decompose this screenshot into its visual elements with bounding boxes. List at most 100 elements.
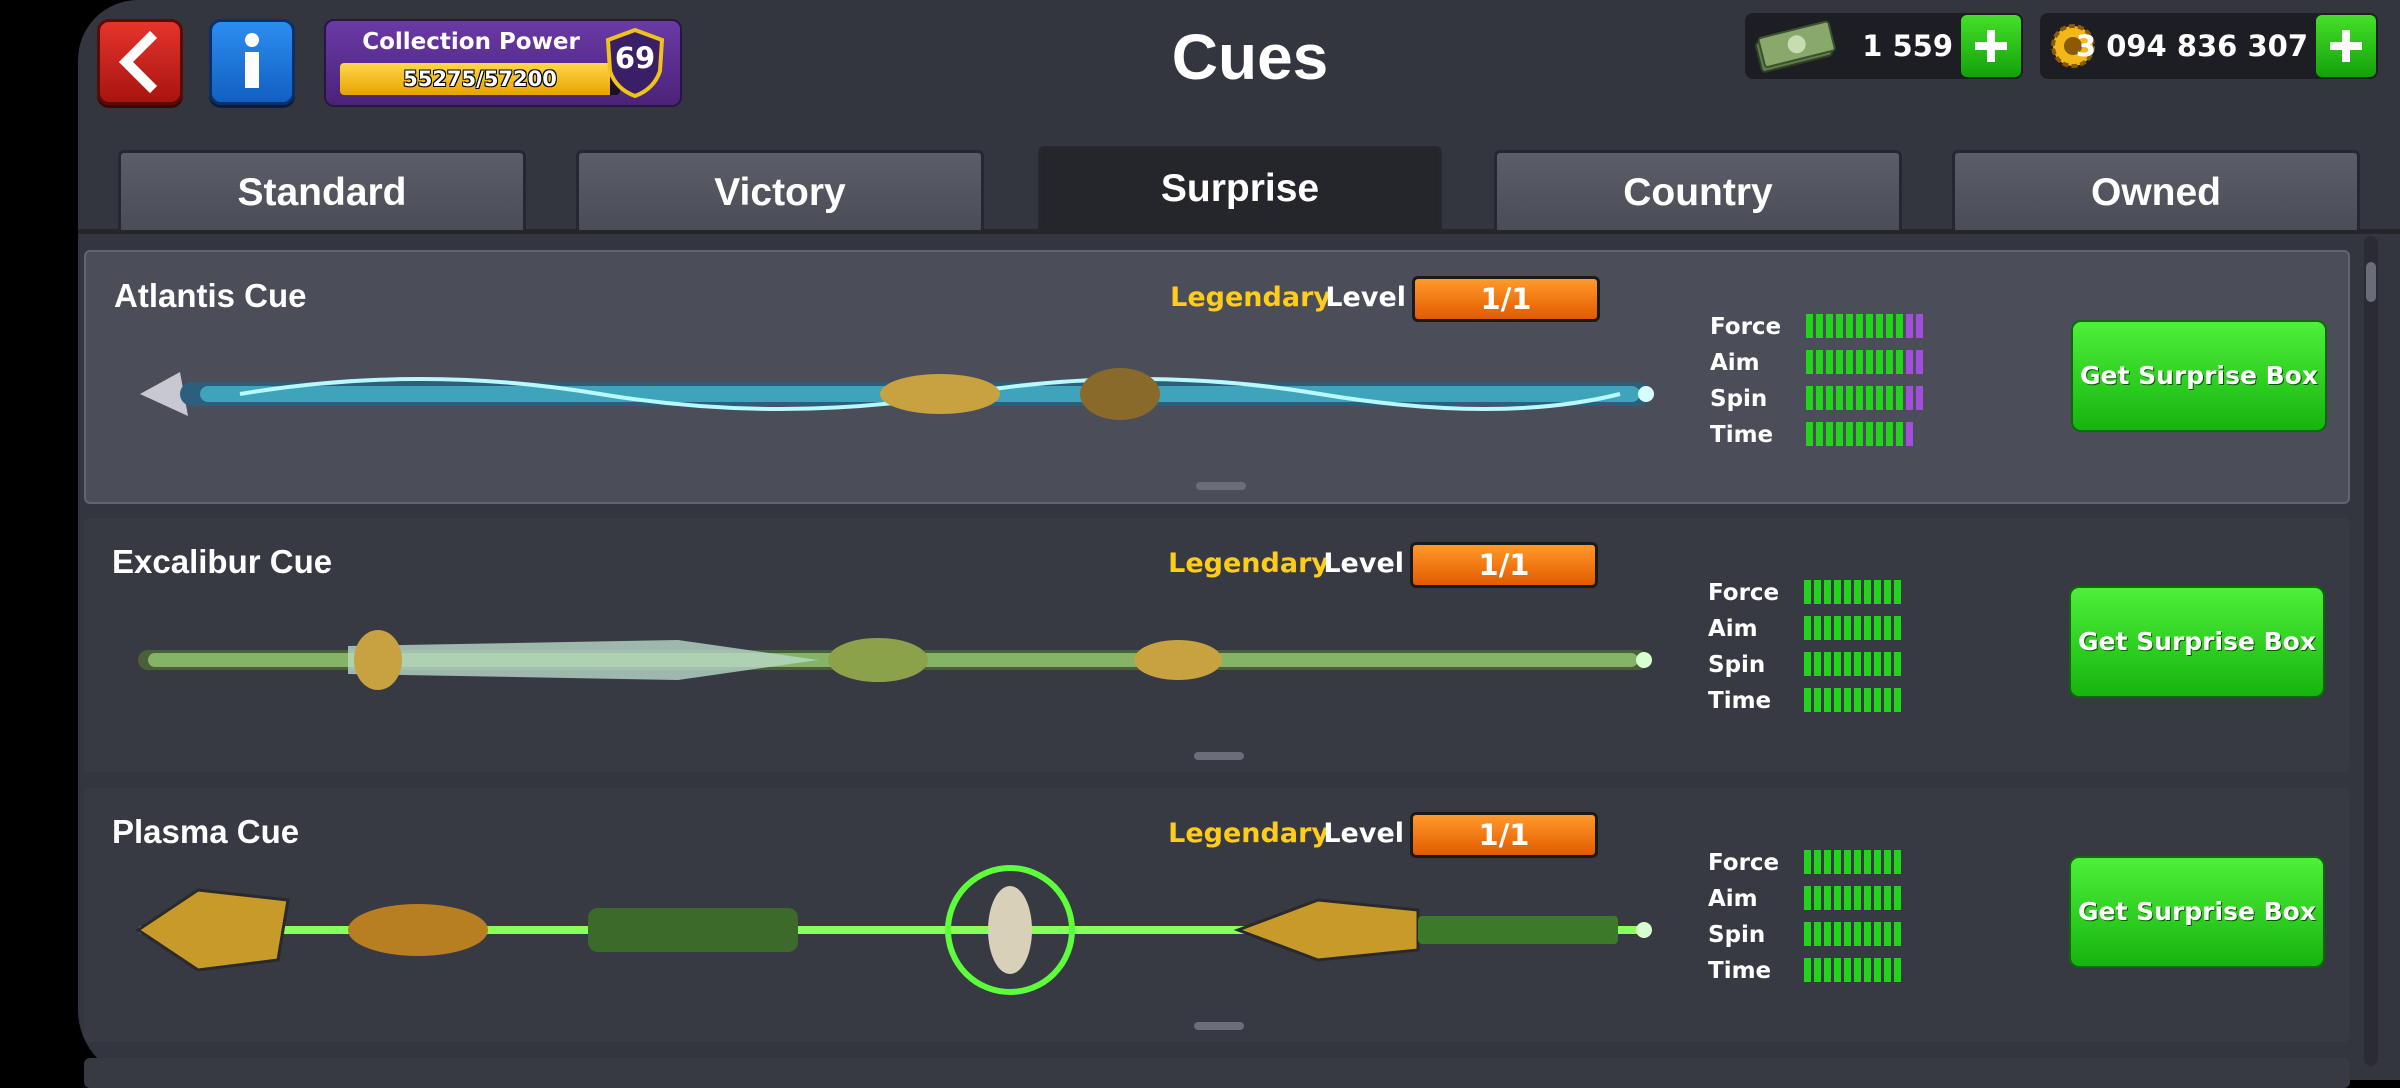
stat-segment-green [1864, 688, 1871, 712]
stat-segment-green [1894, 616, 1901, 640]
stat-aim: Aim [1708, 882, 2008, 918]
cue-card-excalibur[interactable]: Excalibur Cue Legendary Level MAX 1/1 Fo… [84, 518, 2350, 772]
cue-card-next-partial[interactable] [84, 1058, 2350, 1088]
stat-segment-green [1894, 652, 1901, 676]
stat-segment-green [1876, 422, 1883, 446]
stat-segment-green [1884, 958, 1891, 982]
plasma-cue-image [135, 865, 1652, 995]
get-surprise-box-button[interactable]: Get Surprise Box [2071, 320, 2327, 432]
stat-segment-green [1874, 850, 1881, 874]
stat-force: Force [1710, 310, 2010, 346]
stat-segment-green [1854, 958, 1861, 982]
collection-level: 69 [614, 41, 656, 75]
stat-segment-green [1856, 350, 1863, 374]
add-cash-button[interactable] [1961, 15, 2021, 77]
info-icon [245, 33, 259, 88]
coins-balance: 3 094 836 307 [2040, 13, 2378, 79]
stat-segment-green [1824, 688, 1831, 712]
tab-standard[interactable]: Standard [118, 150, 526, 230]
collection-power-label: Collection Power [362, 29, 580, 55]
back-button[interactable] [97, 19, 183, 105]
stat-segment-purple [1916, 350, 1923, 374]
stat-segment-green [1864, 616, 1871, 640]
stat-segment-green [1844, 688, 1851, 712]
get-surprise-box-button[interactable]: Get Surprise Box [2069, 856, 2325, 968]
stat-spin: Spin [1708, 918, 2008, 954]
banknote-icon [1754, 20, 1836, 73]
stat-segment-green [1884, 652, 1891, 676]
stat-segment-green [1814, 688, 1821, 712]
stat-segment-green [1876, 350, 1883, 374]
stat-segment-green [1854, 886, 1861, 910]
stat-segment-green [1814, 922, 1821, 946]
stat-segment-purple [1906, 350, 1913, 374]
stat-segment-green [1836, 350, 1843, 374]
stat-segment-green [1814, 616, 1821, 640]
stat-segment-green [1844, 922, 1851, 946]
stat-spin: Spin [1710, 382, 2010, 418]
stat-segment-green [1874, 652, 1881, 676]
stat-segment-purple [1916, 386, 1923, 410]
stat-segment-green [1866, 350, 1873, 374]
stat-segment-green [1874, 922, 1881, 946]
stat-spin: Spin [1708, 648, 2008, 684]
stat-segment-green [1846, 386, 1853, 410]
stat-segment-green [1844, 616, 1851, 640]
cue-card-atlantis[interactable]: Atlantis Cue Legendary Level MAX 1/1 For… [84, 250, 2350, 504]
stat-segment-green [1854, 652, 1861, 676]
add-coins-button[interactable] [2316, 15, 2376, 77]
stat-segment-green [1844, 850, 1851, 874]
stat-segment-green [1824, 580, 1831, 604]
stat-segment-green [1814, 652, 1821, 676]
stat-segment-green [1836, 386, 1843, 410]
stat-segment-green [1874, 958, 1881, 982]
stat-segment-green [1854, 688, 1861, 712]
stat-segment-green [1824, 652, 1831, 676]
stat-segment-green [1826, 386, 1833, 410]
stat-segment-green [1824, 616, 1831, 640]
stat-segment-green [1836, 422, 1843, 446]
get-surprise-box-button[interactable]: Get Surprise Box [2069, 586, 2325, 698]
stat-segment-green [1884, 886, 1891, 910]
stat-segment-green [1844, 886, 1851, 910]
cue-name: Plasma Cue [112, 813, 300, 850]
stat-segment-green [1844, 580, 1851, 604]
tab-country[interactable]: Country [1494, 150, 1902, 230]
stat-segment-green [1854, 580, 1861, 604]
stat-segment-green [1826, 314, 1833, 338]
tab-owned[interactable]: Owned [1952, 150, 2360, 230]
stat-segment-green [1886, 350, 1893, 374]
list-scrollbar[interactable] [2364, 236, 2378, 1066]
cue-card-plasma[interactable]: Plasma Cue Legendary Level MAX 1/1 Force… [84, 788, 2350, 1042]
stat-segment-green [1834, 850, 1841, 874]
stat-segment-purple [1906, 422, 1913, 446]
list-scrollbar-thumb[interactable] [2366, 262, 2376, 302]
coins-value: 3 094 836 307 [2075, 29, 2308, 63]
collection-power-panel[interactable]: Collection Power 55275/57200 69 [324, 19, 682, 107]
cash-value: 1 559 [1862, 29, 1953, 63]
stat-segment-green [1884, 580, 1891, 604]
stat-time: Time [1710, 418, 2010, 454]
stat-segment-green [1894, 850, 1901, 874]
stat-segment-purple [1906, 386, 1913, 410]
tab-surprise[interactable]: Surprise [1038, 146, 1442, 230]
stat-segment-green [1864, 958, 1871, 982]
stat-segment-green [1834, 922, 1841, 946]
stat-segment-green [1874, 580, 1881, 604]
stat-segment-green [1834, 886, 1841, 910]
stat-aim: Aim [1710, 346, 2010, 382]
stat-segment-green [1874, 688, 1881, 712]
stat-time: Time [1708, 684, 2008, 720]
stat-segment-green [1824, 886, 1831, 910]
stat-segment-green [1804, 580, 1811, 604]
stat-segment-green [1826, 350, 1833, 374]
stat-segment-green [1836, 314, 1843, 338]
stat-segment-green [1864, 886, 1871, 910]
tab-victory[interactable]: Victory [576, 150, 984, 230]
stat-segment-green [1804, 616, 1811, 640]
stat-segment-green [1834, 958, 1841, 982]
stat-segment-green [1864, 580, 1871, 604]
stat-segment-green [1834, 688, 1841, 712]
stat-segment-green [1846, 314, 1853, 338]
info-button[interactable] [209, 19, 295, 105]
